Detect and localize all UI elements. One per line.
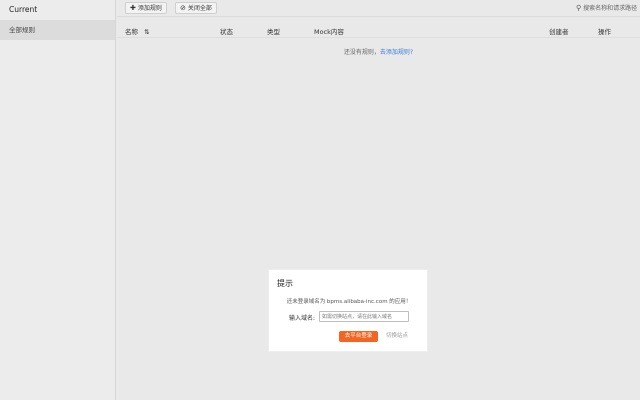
go-login-button[interactable]: 去平台登录 <box>339 331 378 342</box>
table-header: 名称 ⇅ 状态 类型 Mock内容 创建者 操作 <box>117 20 640 38</box>
search-icon: ⚲ <box>576 4 582 12</box>
sidebar-item-label: 全部规则 <box>9 26 35 34</box>
dialog-title: 提示 <box>277 279 293 288</box>
add-rule-link[interactable]: 去添加规则? <box>380 49 413 56</box>
empty-state-text: 还没有规则， <box>343 49 380 56</box>
column-header-creator: 创建者 <box>549 28 569 36</box>
search-placeholder: 搜索名称和请求路径 <box>583 5 638 12</box>
domain-input[interactable] <box>319 311 409 322</box>
close-circle-icon: ⊘ <box>180 5 186 12</box>
domain-label: 输入域名: <box>289 315 316 322</box>
plus-icon: ✚ <box>130 5 136 12</box>
add-rule-button[interactable]: ✚ 添加规则 <box>125 2 167 14</box>
column-header-type: 类型 <box>267 28 280 36</box>
sidebar-item-all-rules[interactable]: 全部规则 <box>0 20 115 40</box>
add-rule-label: 添加规则 <box>137 6 162 12</box>
switch-site-button[interactable]: 切换站点 <box>386 331 408 342</box>
column-header-mock-content: Mock内容 <box>314 28 344 36</box>
close-all-button[interactable]: ⊘ 关闭全部 <box>175 2 217 14</box>
sidebar-brand: Current <box>9 5 38 14</box>
column-header-status: 状态 <box>220 28 233 36</box>
toolbar: ✚ 添加规则 ⊘ 关闭全部 ⚲ 搜索名称和请求路径 <box>117 0 640 17</box>
column-header-actions: 操作 <box>598 28 611 36</box>
sort-icon[interactable]: ⇅ <box>144 28 149 36</box>
close-all-label: 关闭全部 <box>187 6 212 12</box>
sidebar: Current 全部规则 <box>0 0 116 400</box>
login-prompt-dialog: 提示 还未登录域名为 bpms.alibaba-inc.com 的应用！ 输入域… <box>268 269 428 352</box>
search-input[interactable]: ⚲ 搜索名称和请求路径 <box>576 2 640 14</box>
column-header-name[interactable]: 名称 ⇅ <box>125 26 150 36</box>
empty-state: 还没有规则，去添加规则? <box>117 47 640 56</box>
dialog-message: 还未登录域名为 bpms.alibaba-inc.com 的应用！ <box>286 299 412 305</box>
